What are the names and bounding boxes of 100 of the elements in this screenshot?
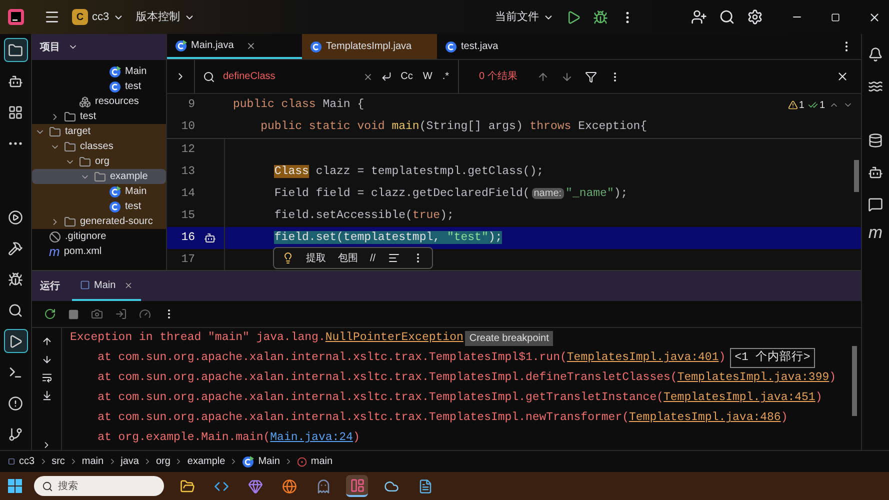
previous-icon[interactable]: [537, 70, 550, 82]
error-text: at org.example.Main.main(: [96, 430, 270, 446]
debug-icon[interactable]: [593, 10, 608, 24]
breadcrumb-item[interactable]: main: [296, 454, 333, 469]
start-icon[interactable]: [8, 479, 22, 493]
menu-icon[interactable]: [44, 9, 60, 25]
intention-action[interactable]: 包围: [338, 250, 358, 266]
clear-icon[interactable]: [362, 72, 373, 82]
search-icon[interactable]: [719, 9, 735, 25]
breadcrumb-item[interactable]: main: [82, 454, 104, 469]
next-icon[interactable]: [561, 70, 574, 82]
tree-item[interactable]: .gitignore: [32, 229, 166, 244]
filter-icon[interactable]: [585, 70, 598, 82]
error-text: at com.sun.org.apache.xalan.internal.xsltc.trax.TemplatesImpl.defineTransletClasses(: [96, 370, 678, 386]
format-icon[interactable]: [388, 252, 400, 264]
ide-app-button[interactable]: [346, 475, 368, 497]
browser-icon: [282, 478, 296, 494]
project-badge: C: [72, 9, 88, 25]
close-tab-icon[interactable]: [246, 40, 256, 50]
rerun-icon[interactable]: [44, 308, 56, 320]
ghost-icon: [316, 478, 330, 494]
source-link[interactable]: TemplatesImpl.java:401: [566, 349, 719, 367]
ok-count[interactable]: 1: [808, 98, 825, 112]
tree-item[interactable]: generated-sourc: [32, 214, 166, 229]
settings-icon[interactable]: [747, 9, 763, 25]
editor-tab[interactable]: test.java: [437, 34, 572, 59]
tree-item[interactable]: resources: [32, 94, 166, 109]
run-icon[interactable]: [566, 10, 581, 24]
find-option[interactable]: W: [422, 69, 434, 84]
warning-count[interactable]: 1: [788, 98, 804, 112]
restore-icon[interactable]: [831, 12, 840, 22]
source-link[interactable]: TemplatesImpl.java:399: [677, 369, 830, 387]
run-config-button[interactable]: 当前文件: [495, 8, 554, 26]
class-icon: [109, 80, 121, 92]
warning-icon: [788, 100, 798, 110]
folder-icon: [64, 140, 76, 152]
tree-item[interactable]: test: [32, 199, 166, 214]
run-tool-button[interactable]: [4, 329, 28, 353]
editor-tab[interactable]: TemplatesImpl.java: [302, 34, 437, 59]
folder-tool-button[interactable]: [4, 38, 28, 62]
source-link[interactable]: Main.java:24: [270, 429, 353, 447]
tree-item[interactable]: test: [32, 79, 166, 94]
close-icon[interactable]: [868, 10, 881, 24]
tree-item[interactable]: target: [32, 124, 166, 139]
window-icon: [80, 280, 90, 290]
line-number: 12: [180, 142, 195, 158]
tree-item[interactable]: Main: [32, 184, 166, 199]
scroll-end-icon[interactable]: [40, 390, 52, 401]
source-link[interactable]: TemplatesImpl.java:451: [664, 389, 816, 407]
import-icon[interactable]: [115, 308, 127, 320]
project-button[interactable]: C cc3: [72, 8, 124, 26]
vcs-button[interactable]: 版本控制: [136, 8, 196, 26]
error-text: at com.sun.org.apache.xalan.internal.xsltc.trax.TemplatesImpl.getTransletInstance(: [96, 390, 664, 406]
code-text: clazz = templatestmpl.getClass();: [314, 165, 544, 178]
tree-item[interactable]: m pom.xml: [32, 244, 166, 259]
tree-item[interactable]: org: [32, 154, 166, 169]
code-text: Exception{: [578, 120, 648, 134]
tree-item[interactable]: Main: [32, 64, 166, 79]
newline-icon[interactable]: [380, 71, 392, 82]
scrollbar[interactable]: [854, 160, 859, 192]
method-icon: [296, 456, 307, 466]
source-link[interactable]: NullPointerException: [325, 329, 464, 347]
line-number: 16: [180, 230, 195, 246]
up-icon[interactable]: [40, 336, 52, 347]
close-icon[interactable]: [836, 70, 849, 83]
selected-code: );: [488, 231, 502, 244]
gauge-icon[interactable]: [139, 308, 151, 320]
tree-item[interactable]: test: [32, 109, 166, 124]
add-user-icon[interactable]: [691, 9, 707, 25]
scrollbar[interactable]: [852, 346, 857, 416]
swirl-icon: [868, 78, 883, 94]
folder-icon: [94, 170, 106, 182]
breadcrumb-item[interactable]: org: [156, 454, 170, 469]
breadcrumb-item[interactable]: java: [120, 454, 139, 469]
breadcrumb-item[interactable]: example: [187, 454, 226, 469]
source-link[interactable]: TemplatesImpl.java:486: [629, 409, 781, 427]
line-number: 15: [180, 208, 195, 224]
ai-gutter-icon[interactable]: [204, 232, 216, 244]
breadcrumb-item[interactable]: cc3: [8, 454, 35, 469]
find-option[interactable]: .*: [441, 69, 450, 84]
wrap-icon[interactable]: [40, 372, 52, 383]
breadcrumb-item[interactable]: Main: [242, 454, 280, 469]
maven-tool-button[interactable]: m: [864, 224, 888, 241]
tree-item[interactable]: example: [32, 169, 166, 184]
project-panel-header[interactable]: 项目: [32, 34, 166, 60]
search-match: Class: [274, 165, 309, 178]
taskbar-search-field[interactable]: 搜索: [34, 476, 164, 496]
camera-icon[interactable]: [91, 308, 103, 320]
run-icon: [8, 334, 23, 348]
tree-item[interactable]: classes: [32, 139, 166, 154]
intention-action[interactable]: 提取: [306, 250, 326, 266]
intention-action[interactable]: //: [370, 250, 376, 266]
folded-lines-badge[interactable]: <1 个内部行>: [730, 348, 816, 368]
close-tab-icon[interactable]: [124, 280, 133, 290]
breadcrumb-item[interactable]: src: [52, 454, 65, 469]
stop-icon[interactable]: [68, 308, 79, 320]
find-field[interactable]: defineClass Cc W .*: [194, 60, 459, 93]
down-icon[interactable]: [40, 354, 52, 365]
find-option[interactable]: Cc: [400, 69, 414, 84]
lightbulb-icon[interactable]: [282, 252, 294, 264]
